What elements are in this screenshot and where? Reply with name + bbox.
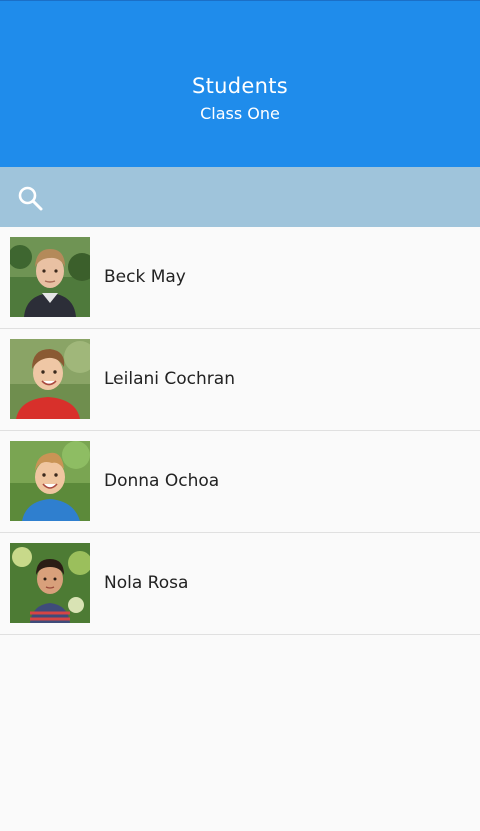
student-row-donna-ochoa[interactable]: Donna Ochoa bbox=[0, 431, 480, 533]
page-title: Students bbox=[191, 74, 288, 98]
student-photo bbox=[10, 339, 90, 419]
student-photo bbox=[10, 441, 90, 521]
search-bar bbox=[0, 167, 480, 227]
students-screen: Students Class One Beck May Leilani Coch… bbox=[0, 0, 480, 831]
student-list: Beck May Leilani Cochran Donna Ochoa Nol… bbox=[0, 227, 480, 635]
student-name: Donna Ochoa bbox=[104, 471, 220, 491]
student-photo bbox=[10, 543, 90, 623]
student-row-beck-may[interactable]: Beck May bbox=[0, 227, 480, 329]
search-input[interactable] bbox=[56, 179, 460, 217]
student-name: Nola Rosa bbox=[104, 573, 189, 593]
page-subtitle: Class One bbox=[200, 104, 280, 123]
student-name: Leilani Cochran bbox=[104, 369, 235, 389]
student-photo bbox=[10, 237, 90, 317]
student-row-leilani-cochran[interactable]: Leilani Cochran bbox=[0, 329, 480, 431]
app-header: Students Class One bbox=[0, 1, 480, 167]
student-row-nola-rosa[interactable]: Nola Rosa bbox=[0, 533, 480, 635]
student-name: Beck May bbox=[104, 267, 186, 287]
search-icon[interactable] bbox=[16, 184, 44, 212]
